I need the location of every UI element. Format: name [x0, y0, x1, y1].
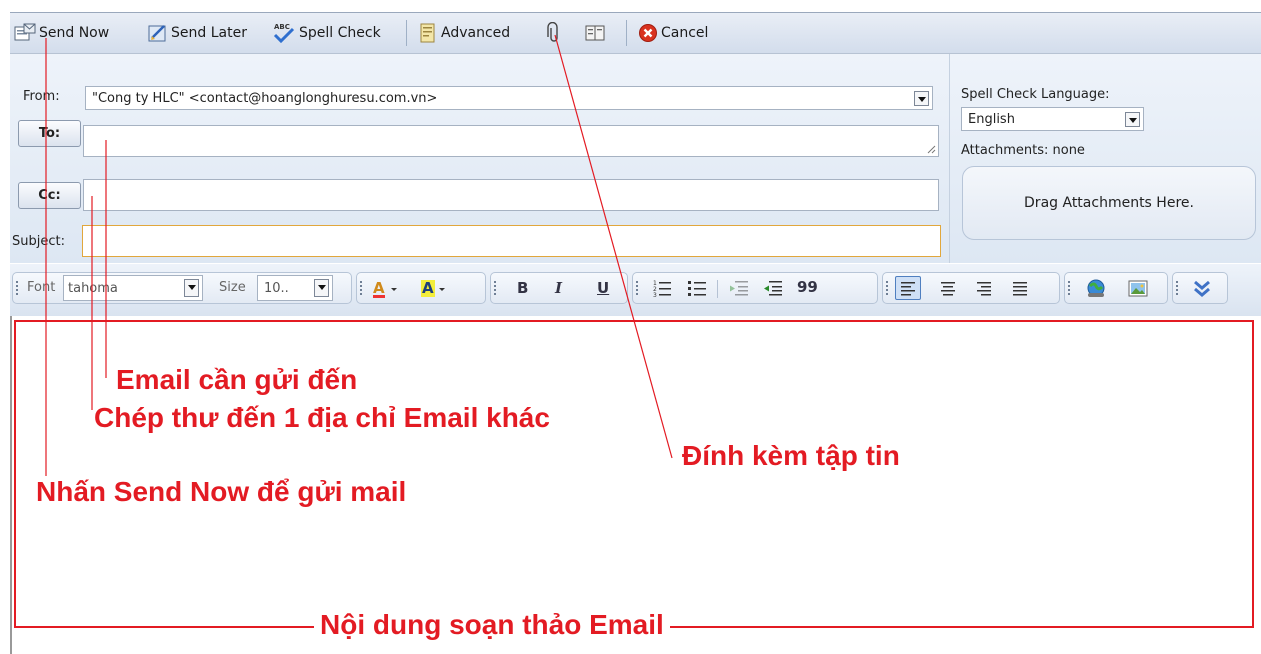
chevron-down-icon[interactable] [184, 279, 199, 297]
svg-text:3: 3 [653, 292, 657, 297]
chevron-down-icon[interactable] [914, 91, 929, 106]
from-value: "Cong ty HLC" <contact@hoanglonghuresu.c… [92, 90, 438, 106]
indent-icon[interactable] [763, 279, 783, 297]
paperclip-icon [546, 21, 562, 44]
bold-button[interactable]: B [517, 279, 528, 297]
font-value: tahoma [68, 280, 118, 296]
spell-language-label: Spell Check Language: [961, 87, 1110, 102]
cc-field[interactable] [83, 179, 939, 211]
to-field[interactable] [83, 125, 939, 157]
size-label: Size [219, 280, 246, 295]
size-value: 10.. [264, 280, 289, 296]
grip-handle-icon[interactable] [1068, 281, 1070, 297]
advanced-icon [418, 22, 438, 44]
cc-button-label: Cc: [38, 188, 61, 203]
highlight-color-icon[interactable]: A [419, 278, 459, 300]
underline-button[interactable]: U [597, 279, 609, 297]
chevron-down-icon[interactable] [314, 279, 329, 297]
spell-check-button[interactable]: ABC Spell Check [272, 19, 381, 47]
grip-handle-icon[interactable] [636, 281, 638, 297]
align-left-button[interactable] [895, 276, 921, 300]
group-divider [717, 280, 718, 298]
annotation-attach: Đính kèm tập tin [682, 440, 900, 471]
grip-handle-icon[interactable] [1176, 281, 1178, 297]
send-now-label: Send Now [39, 25, 110, 41]
chevron-down-icon[interactable] [1125, 112, 1140, 127]
compose-header: From: "Cong ty HLC" <contact@hoanglonghu… [10, 54, 1261, 263]
font-group: Font tahoma Size 10.. [12, 272, 352, 304]
toolbar-divider [626, 20, 627, 46]
chevron-double-down-icon[interactable] [1191, 278, 1213, 300]
align-group [882, 272, 1060, 304]
color-group: A A [356, 272, 486, 304]
font-color-icon[interactable]: A [371, 278, 411, 300]
attachments-status: Attachments: none [961, 143, 1085, 158]
subject-label: Subject: [12, 234, 65, 249]
cancel-label: Cancel [661, 25, 709, 41]
grip-handle-icon[interactable] [886, 281, 888, 297]
insert-link-icon[interactable] [1085, 278, 1107, 300]
text-style-group: B I U [490, 272, 628, 304]
svg-text:ABC: ABC [274, 23, 290, 31]
attachment-drop-zone[interactable]: Drag Attachments Here. [962, 166, 1256, 240]
outdent-icon[interactable] [729, 279, 749, 297]
insert-image-icon[interactable] [1127, 278, 1149, 300]
toolbar-divider [406, 20, 407, 46]
grip-handle-icon[interactable] [494, 281, 496, 297]
grip-handle-icon[interactable] [360, 281, 362, 297]
advanced-button[interactable]: Advanced [418, 19, 510, 47]
subject-field[interactable] [82, 225, 941, 257]
font-label: Font [27, 280, 56, 295]
spell-check-label: Spell Check [299, 25, 381, 41]
more-group [1172, 272, 1228, 304]
annotation-send-now: Nhấn Send Now để gửi mail [36, 476, 407, 507]
insert-group [1064, 272, 1168, 304]
annotation-body: Nội dung soạn thảo Email [314, 609, 670, 641]
numbered-list-icon[interactable]: 123 [653, 279, 673, 299]
spell-language-select[interactable]: English [961, 107, 1144, 131]
bullet-list-icon[interactable] [687, 279, 707, 297]
align-right-icon[interactable] [973, 277, 995, 299]
advanced-label: Advanced [441, 25, 511, 41]
spell-check-icon: ABC [272, 22, 296, 44]
svg-text:A: A [422, 279, 434, 297]
send-later-icon [148, 23, 168, 43]
spell-language-value: English [968, 111, 1015, 127]
align-center-icon[interactable] [937, 277, 959, 299]
attach-button[interactable] [546, 19, 562, 47]
resize-grip-icon[interactable] [927, 145, 936, 154]
svg-text:A: A [373, 279, 385, 297]
list-group: 123 99 [632, 272, 878, 304]
size-select[interactable]: 10.. [257, 275, 333, 301]
header-divider [949, 54, 950, 263]
from-select[interactable]: "Cong ty HLC" <contact@hoanglonghuresu.c… [85, 86, 933, 110]
blockquote-button[interactable]: 99 [797, 278, 818, 296]
to-button-label: To: [38, 126, 61, 141]
send-later-label: Send Later [171, 25, 247, 41]
align-left-icon [901, 282, 915, 296]
annotation-email-to: Email cần gửi đến [116, 364, 358, 395]
cancel-icon [638, 23, 658, 43]
cc-button[interactable]: Cc: [18, 182, 81, 209]
send-later-button[interactable]: Send Later [148, 19, 247, 47]
to-button[interactable]: To: [18, 120, 81, 147]
cancel-button[interactable]: Cancel [638, 19, 708, 47]
address-book-icon [584, 23, 606, 43]
grip-handle-icon[interactable] [16, 281, 18, 297]
align-justify-icon[interactable] [1009, 277, 1031, 299]
address-book-button[interactable] [584, 19, 606, 47]
italic-button[interactable]: I [555, 279, 562, 297]
send-now-icon [14, 23, 36, 43]
send-now-button[interactable]: Send Now [14, 19, 109, 47]
annotation-cc: Chép thư đến 1 địa chỉ Email khác [94, 402, 550, 433]
drop-zone-label: Drag Attachments Here. [1024, 195, 1194, 211]
font-select[interactable]: tahoma [63, 275, 203, 301]
from-label: From: [23, 89, 60, 104]
format-toolbar: Font tahoma Size 10.. A A B I U 123 99 [10, 264, 1261, 316]
main-toolbar: Send Now Send Later ABC Spell Check Adva… [10, 12, 1261, 54]
